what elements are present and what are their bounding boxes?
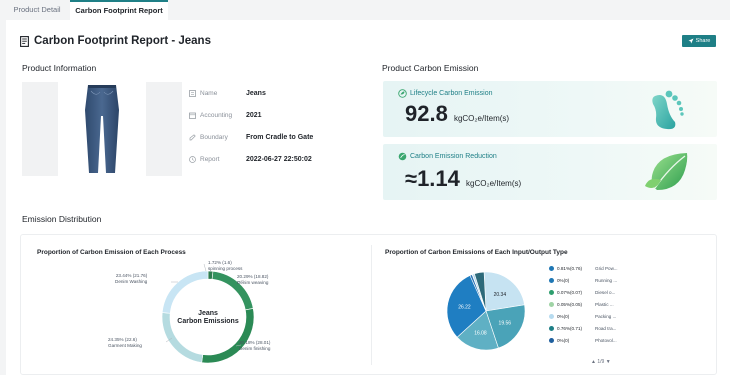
pie-slice-label: 19.56 — [499, 320, 512, 326]
legend-name: Diesel o... — [595, 289, 616, 295]
label-denim-weaving: 20.29% (18.82) Denim weaving — [237, 274, 268, 285]
donut-center-label-2: Carbon Emissions — [177, 318, 239, 325]
legend-pager: ▲ 1/9 ▼ — [591, 359, 611, 365]
legend-dot — [549, 277, 554, 283]
legend-item[interactable]: 0%(0) Running ... — [549, 276, 617, 284]
legend-name: Grid Pow... — [595, 265, 618, 271]
legend-item[interactable]: 0.05%(0.05) Plastic ... — [549, 300, 614, 308]
legend-item[interactable]: 0%(0) Packing ... — [549, 312, 616, 320]
legend-dot — [549, 301, 554, 307]
label-spinning-process-line1: 1.72% (1.6) — [208, 260, 232, 265]
label-spinning-process: 1.72% (1.6) spinning process — [208, 260, 242, 271]
pager-prev-icon[interactable]: ▲ — [591, 359, 596, 365]
tab-carbon-footprint-report[interactable]: Carbon Footprint Report — [70, 0, 168, 20]
tab-product-detail[interactable]: Product Detail — [6, 0, 68, 20]
label-denim-finishing-line1: 30.18% (28.01) — [239, 340, 271, 345]
label-denim-weaving-line1: 20.29% (18.82) — [237, 274, 269, 279]
legend-pct: 0.07%(0.07) — [557, 289, 583, 295]
legend-name: Photovol... — [595, 337, 617, 343]
pager-text: 1/9 — [597, 359, 605, 365]
process-donut-chart: Jeans Carbon Emissions 20.34 19.56 16.08 26… — [161, 263, 526, 364]
legend-pct: 0.81%(0.76) — [557, 265, 583, 271]
tab-bar: Product Detail Carbon Footprint Report — [0, 0, 730, 20]
legend-name: Packing ... — [595, 313, 617, 319]
legend-name: Road tra... — [595, 325, 617, 331]
legend-dot — [549, 337, 554, 343]
pie-slice-label: 26.22 — [458, 305, 471, 311]
label-denim-finishing: 30.18% (28.01) Denim finishing — [239, 340, 270, 351]
label-denim-washing-line2: Denim Washing — [115, 278, 148, 284]
label-garment-making: 24.35% (22.6) Garment Making — [108, 337, 142, 348]
legend-dot — [549, 325, 554, 331]
label-spinning-process-line2: spinning process — [208, 265, 243, 271]
legend-dot — [549, 265, 554, 271]
label-garment-making-line1: 24.35% (22.6) — [108, 337, 137, 342]
legend-item[interactable]: 0.76%(0.71) Road tra... — [549, 324, 616, 332]
legend-item[interactable]: 0%(0) Photovol... — [549, 336, 617, 344]
donut-center-label-1: Jeans — [198, 310, 218, 317]
legend-pct: 0%(0) — [557, 337, 570, 343]
legend-pct: 0%(0) — [557, 277, 570, 283]
label-denim-washing: 23.44% (21.76) Denim Washing — [115, 273, 147, 284]
report-page: Carbon Footprint Report - Jeans Share Pr… — [6, 20, 730, 375]
leader-line — [203, 263, 207, 272]
legend-dot — [549, 289, 554, 295]
label-denim-washing-line1: 23.44% (21.76) — [115, 273, 148, 278]
label-denim-finishing-line2: Denim finishing — [239, 345, 271, 351]
legend-pct: 0%(0) — [557, 313, 570, 319]
label-denim-weaving-line2: Denim weaving — [237, 279, 269, 285]
label-garment-making-line2: Garment Making — [108, 342, 142, 348]
legend-item[interactable]: 0.07%(0.07) Diesel o... — [549, 288, 615, 296]
legend-pct: 0.76%(0.71) — [557, 325, 583, 331]
legend-item[interactable]: 0.81%(0.76) Grid Pow... — [549, 264, 617, 272]
pie-slice-label: 20.34 — [494, 292, 507, 298]
legend-dot — [549, 313, 554, 319]
donut-hole — [170, 279, 246, 355]
pager-next-icon[interactable]: ▼ — [606, 359, 611, 365]
legend-name: Running ... — [595, 277, 618, 283]
legend-pct: 0.05%(0.05) — [557, 301, 583, 307]
pie-slice-label: 16.08 — [474, 330, 487, 336]
legend-name: Plastic ... — [595, 301, 614, 307]
